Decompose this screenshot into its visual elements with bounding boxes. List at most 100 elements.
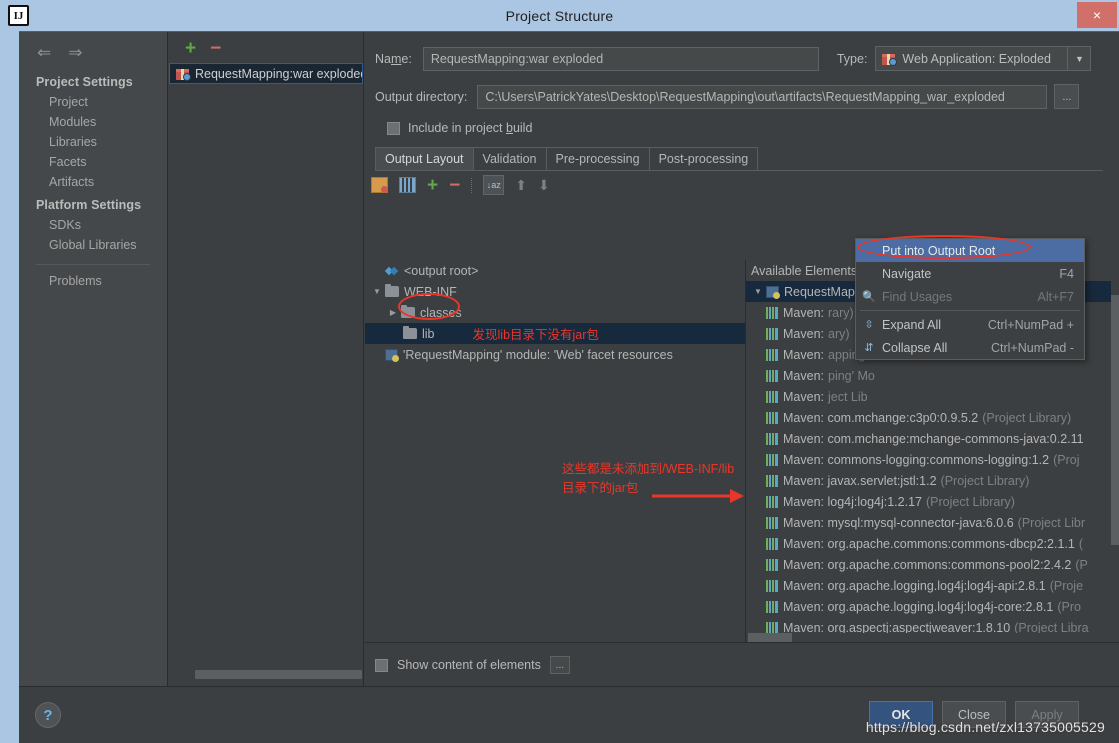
menu-item-expand-all[interactable]: ⇳ Expand All Ctrl+NumPad + — [856, 313, 1084, 336]
remove-artifact-button[interactable]: − — [210, 39, 221, 58]
output-directory-row: Output directory: C:\Users\PatrickYates\… — [365, 71, 1119, 109]
help-button[interactable]: ? — [35, 702, 61, 728]
chevron-down-icon[interactable]: ▼ — [1067, 47, 1090, 70]
scrollbar-thumb[interactable] — [195, 670, 362, 679]
add-element-button[interactable]: + — [427, 176, 438, 195]
sidebar-item-facets[interactable]: Facets — [19, 152, 167, 172]
add-artifact-button[interactable]: + — [185, 39, 196, 58]
available-element-label: Maven: mysql:mysql-connector-java:6.0.6 — [783, 515, 1014, 530]
available-element-row[interactable]: Maven: com.mchange:mchange-commons-java:… — [746, 428, 1111, 449]
folder-icon — [401, 305, 415, 318]
folder-icon — [385, 284, 399, 297]
create-archive-icon[interactable] — [399, 177, 416, 193]
available-horizontal-scrollbar[interactable] — [746, 633, 1111, 642]
window-title: Project Structure — [505, 7, 614, 24]
menu-item-put-into-output-root[interactable]: Put into Output Root — [856, 239, 1084, 262]
tree-row-label: <output root> — [404, 263, 479, 278]
create-directory-icon[interactable] — [371, 177, 388, 193]
tree-row-label: WEB-INF — [404, 284, 457, 299]
sidebar-item-artifacts[interactable]: Artifacts — [19, 172, 167, 192]
forward-arrow-icon[interactable]: ⇒ — [68, 44, 82, 61]
menu-item-navigate[interactable]: Navigate F4 — [856, 262, 1084, 285]
available-element-row[interactable]: Maven: javax.servlet:jstl:1.2 (Project Li… — [746, 470, 1111, 491]
available-element-label: Maven: javax.servlet:jstl:1.2 — [783, 473, 937, 488]
artifact-type-value: Web Application: Exploded — [876, 52, 1067, 66]
available-element-row[interactable]: Maven: log4j:log4j:1.2.17 (Project Librar… — [746, 491, 1111, 512]
library-jar-icon — [766, 453, 778, 466]
artifact-list-item-label: RequestMapping:war exploded — [195, 66, 363, 81]
collapse-all-icon: ⇵ — [864, 342, 874, 354]
include-in-build-checkbox[interactable] — [387, 121, 400, 135]
available-element-scope: (Project Library) — [982, 410, 1072, 425]
name-input[interactable]: RequestMapping:war exploded — [422, 46, 819, 71]
tree-twisty[interactable]: ▶ — [385, 308, 401, 317]
include-in-build-row: Include in project build — [365, 109, 1119, 135]
available-element-row[interactable]: Maven: commons-logging:commons-logging:1… — [746, 449, 1111, 470]
tree-twisty[interactable]: ▼ — [369, 287, 385, 296]
tree-row[interactable]: 'RequestMapping' module: 'Web' facet res… — [365, 344, 745, 365]
tree-row[interactable]: ▼ WEB-INF — [365, 281, 745, 302]
tree-row-label: lib — [422, 326, 435, 341]
sort-alphabetically-icon[interactable]: ↓az — [483, 175, 505, 195]
tree-row[interactable]: ▶ classes — [365, 302, 745, 323]
available-element-row[interactable]: Maven: com.mchange:c3p0:0.9.5.2 (Project … — [746, 407, 1111, 428]
library-jar-icon — [766, 579, 778, 592]
name-row: Name: RequestMapping:war exploded Type: … — [365, 32, 1119, 71]
tree-row-lib[interactable]: lib 发现lib目录下没有jar包 — [365, 323, 745, 344]
tree-row[interactable]: <output root> — [365, 260, 745, 281]
available-elements-title: Available Elements — [751, 263, 858, 278]
window-close-button[interactable]: × — [1077, 2, 1117, 28]
browse-directory-button[interactable]: ... — [1054, 84, 1080, 109]
available-element-scope: ary) — [828, 326, 850, 341]
artifact-type-select[interactable]: Web Application: Exploded ▼ — [875, 46, 1092, 71]
artifact-list-item[interactable]: RequestMapping:war exploded — [169, 63, 363, 84]
project-structure-window: IJ Project Structure × ⇐ ⇒ Project Setti… — [0, 0, 1119, 743]
available-element-label: Maven: org.apache.commons:commons-pool2:… — [783, 557, 1072, 572]
available-element-scope: rary) — [828, 305, 854, 320]
sidebar-item-problems[interactable]: Problems — [19, 265, 167, 291]
tab-pre-processing[interactable]: Pre-processing — [545, 147, 650, 170]
available-element-label: Maven: com.mchange:mchange-commons-java:… — [783, 431, 1084, 446]
tab-validation[interactable]: Validation — [472, 147, 547, 170]
sidebar-item-sdks[interactable]: SDKs — [19, 215, 167, 235]
name-label: Name: — [375, 51, 412, 66]
available-element-row[interactable]: Maven: ping' Mo — [746, 365, 1111, 386]
library-jar-icon — [766, 516, 778, 529]
menu-item-find-usages[interactable]: 🔍 Find Usages Alt+F7 — [856, 285, 1084, 308]
available-element-row[interactable]: Maven: org.apache.commons:commons-dbcp2:… — [746, 533, 1111, 554]
available-element-row[interactable]: Maven: org.apache.logging.log4j:log4j-ap… — [746, 575, 1111, 596]
sidebar-item-libraries[interactable]: Libraries — [19, 132, 167, 152]
tab-output-layout[interactable]: Output Layout — [375, 147, 474, 170]
available-element-scope: (Proje — [1049, 578, 1084, 593]
sidebar-item-project[interactable]: Project — [19, 92, 167, 112]
available-element-row[interactable]: Maven: org.apache.logging.log4j:log4j-co… — [746, 596, 1111, 617]
available-element-row[interactable]: Maven: mysql:mysql-connector-java:6.0.6(… — [746, 512, 1111, 533]
move-up-icon[interactable]: ⬆ — [515, 178, 527, 192]
remove-element-button[interactable]: − — [449, 176, 460, 195]
show-content-row: Show content of elements ... — [365, 642, 1119, 687]
menu-item-collapse-all[interactable]: ⇵ Collapse All Ctrl+NumPad - — [856, 336, 1084, 359]
artifacts-panel: + − RequestMapping:war exploded — [169, 32, 364, 687]
back-arrow-icon[interactable]: ⇐ — [37, 44, 51, 61]
scrollbar-thumb[interactable] — [748, 633, 792, 642]
include-in-build-label[interactable]: Include in project build — [408, 121, 532, 135]
scrollbar-thumb[interactable] — [1111, 295, 1119, 545]
show-content-options-button[interactable]: ... — [549, 656, 570, 674]
available-vertical-scrollbar[interactable] — [1111, 281, 1119, 628]
artifacts-horizontal-scrollbar[interactable] — [195, 670, 362, 679]
sidebar-group-project-settings: Project Settings — [36, 75, 133, 89]
available-element-row[interactable]: Maven: org.apache.commons:commons-pool2:… — [746, 554, 1111, 575]
dialog-body: ⇐ ⇒ Project Settings Project Modules Lib… — [19, 31, 1119, 743]
tab-post-processing[interactable]: Post-processing — [648, 147, 759, 170]
available-element-scope: (Project Library) — [940, 473, 1030, 488]
show-content-checkbox[interactable] — [375, 658, 388, 672]
move-down-icon[interactable]: ⬇ — [538, 178, 550, 192]
available-element-row[interactable]: Maven: ject Lib — [746, 386, 1111, 407]
output-directory-input[interactable]: C:\Users\PatrickYates\Desktop\RequestMap… — [477, 84, 1048, 109]
library-jar-icon — [766, 558, 778, 571]
sidebar-item-modules[interactable]: Modules — [19, 112, 167, 132]
tree-twisty[interactable]: ▼ — [750, 287, 766, 296]
type-label: Type: — [836, 51, 868, 66]
show-content-label[interactable]: Show content of elements — [397, 658, 541, 672]
sidebar-item-global-libraries[interactable]: Global Libraries — [19, 235, 167, 255]
